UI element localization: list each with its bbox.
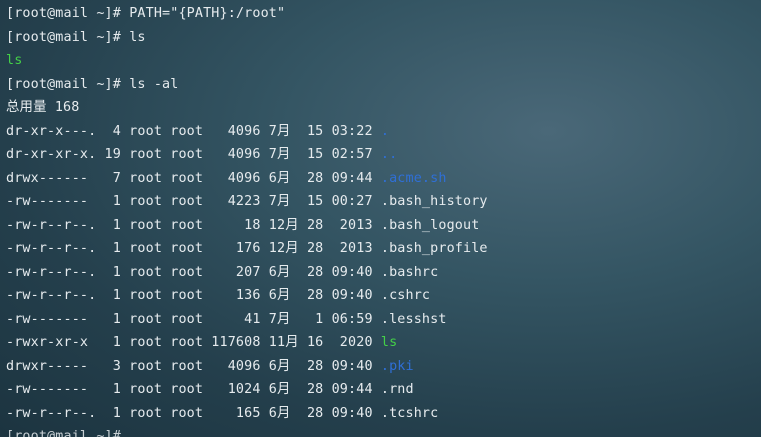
listing-row: -rw------- 1 root root 41 7月 1 06:59 .le… xyxy=(6,308,761,332)
listing-row: drwxr----- 3 root root 4096 6月 28 09:40 … xyxy=(6,355,761,379)
entry-metadata: -rw-r--r--. 1 root root 136 6月 28 09:40 xyxy=(6,288,381,303)
listing-row: -rw-r--r--. 1 root root 176 12月 28 2013 … xyxy=(6,237,761,261)
file-name: .bash_profile xyxy=(380,241,488,256)
terminal-output: [root@mail ~]# PATH="{PATH}:/root" [root@… xyxy=(6,2,761,437)
listing-row: dr-xr-x---. 4 root root 4096 7月 15 03:22… xyxy=(6,120,761,144)
listing-row: -rw------- 1 root root 1024 6月 28 09:44 … xyxy=(6,378,761,402)
listing-row: drwx------ 7 root root 4096 6月 28 09:44 … xyxy=(6,167,761,191)
entry-metadata: -rwxr-xr-x 1 root root 117608 11月 16 202… xyxy=(6,335,381,350)
output-line: 总用量 168 xyxy=(6,96,761,120)
command-line: [root@mail ~]# PATH="{PATH}:/root" xyxy=(6,2,761,26)
entry-metadata: -rw-r--r--. 1 root root 176 12月 28 2013 xyxy=(6,241,381,256)
file-name: .bash_logout xyxy=(380,217,480,233)
shell-prompt: [root@mail ~]# xyxy=(6,429,130,437)
entry-metadata: dr-xr-x---. 4 root root 4096 7月 15 03:22 xyxy=(6,123,381,139)
command-line: [root@mail ~]# xyxy=(6,425,761,437)
command-line: [root@mail ~]# ls -al xyxy=(6,73,761,97)
executable-name: ls xyxy=(6,53,23,68)
entry-metadata: -rw------- 1 root root 4223 7月 15 00:27 xyxy=(6,194,381,209)
file-name: .rnd xyxy=(380,382,414,397)
listing-row: -rw-r--r--. 1 root root 136 6月 28 09:40 … xyxy=(6,284,761,308)
directory-name: . xyxy=(380,123,390,139)
command-text: ls xyxy=(129,29,146,45)
command-text: PATH="{PATH}:/root" xyxy=(129,6,286,21)
file-name: .bashrc xyxy=(380,264,439,280)
listing-row: -rw-r--r--. 1 root root 18 12月 28 2013 .… xyxy=(6,214,761,238)
entry-metadata: drwxr----- 3 root root 4096 6月 28 09:40 xyxy=(6,358,381,374)
shell-prompt: [root@mail ~]# xyxy=(6,29,130,45)
listing-row: dr-xr-xr-x. 19 root root 4096 7月 15 02:5… xyxy=(6,143,761,167)
entry-metadata: -rw------- 1 root root 41 7月 1 06:59 xyxy=(6,311,381,327)
shell-prompt: [root@mail ~]# xyxy=(6,76,130,92)
listing-row: -rwxr-xr-x 1 root root 117608 11月 16 202… xyxy=(6,331,761,355)
entry-metadata: dr-xr-xr-x. 19 root root 4096 7月 15 02:5… xyxy=(6,147,381,162)
output-line: ls xyxy=(6,49,761,73)
file-name: .lesshst xyxy=(380,311,447,327)
entry-metadata: -rw-r--r--. 1 root root 165 6月 28 09:40 xyxy=(6,405,381,421)
shell-prompt: [root@mail ~]# xyxy=(6,6,130,21)
listing-row: -rw------- 1 root root 4223 7月 15 00:27 … xyxy=(6,190,761,214)
command-text: ls -al xyxy=(129,76,179,92)
entry-metadata: -rw-r--r--. 1 root root 18 12月 28 2013 xyxy=(6,217,381,233)
entry-metadata: drwx------ 7 root root 4096 6月 28 09:44 xyxy=(6,170,381,186)
entry-metadata: -rw-r--r--. 1 root root 207 6月 28 09:40 xyxy=(6,264,381,280)
entry-metadata: -rw------- 1 root root 1024 6月 28 09:44 xyxy=(6,382,381,397)
directory-name: .pki xyxy=(380,358,414,374)
directory-name: .. xyxy=(380,147,398,162)
executable-name: ls xyxy=(380,335,398,350)
file-name: .tcshrc xyxy=(380,405,439,421)
file-name: .cshrc xyxy=(380,288,431,303)
terminal-window[interactable]: [root@mail ~]# PATH="{PATH}:/root" [root@… xyxy=(0,0,761,437)
listing-row: -rw-r--r--. 1 root root 207 6月 28 09:40 … xyxy=(6,261,761,285)
total-size-text: 总用量 168 xyxy=(6,100,80,115)
file-name: .bash_history xyxy=(380,194,488,209)
directory-name: .acme.sh xyxy=(380,170,447,186)
listing-row: -rw-r--r--. 1 root root 165 6月 28 09:40 … xyxy=(6,402,761,426)
command-line: [root@mail ~]# ls xyxy=(6,26,761,50)
